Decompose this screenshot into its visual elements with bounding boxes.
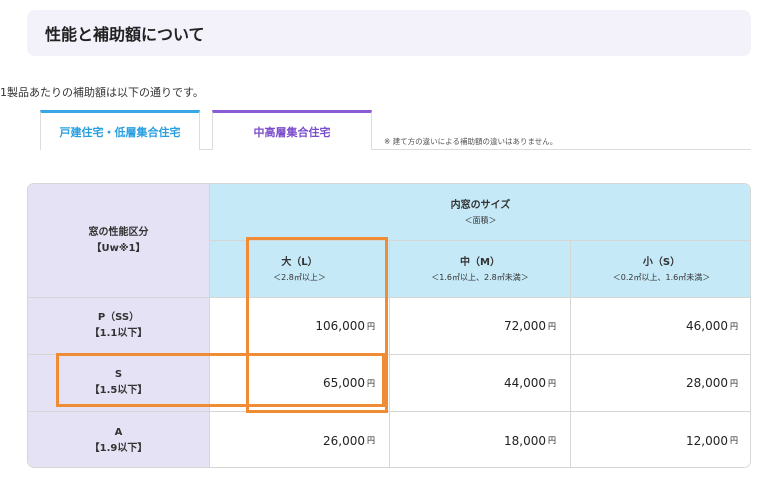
amount: 106,000	[315, 319, 365, 333]
col-group-sub: ＜面積＞	[464, 215, 497, 225]
row-grade: A	[114, 426, 123, 438]
tab-detached-house[interactable]: 戸建住宅・低層集合住宅	[40, 110, 200, 150]
amount: 18,000	[504, 433, 546, 448]
col-header-label: 小（S）	[642, 256, 681, 268]
currency-unit: 円	[367, 378, 375, 388]
section-title: 性能と補助額について	[27, 10, 751, 56]
col-header-label: 大（L）	[281, 256, 318, 268]
building-type-tabs: 戸建住宅・低層集合住宅 中高層集合住宅 ※ 建て方の違いによる補助額の違いはあり…	[40, 110, 751, 150]
row-uw: 【1.1以下】	[89, 328, 148, 339]
value-cell: 46,000 円	[571, 298, 750, 355]
currency-unit: 円	[367, 321, 375, 331]
value-cell: 65,000 円	[210, 355, 390, 412]
subsidy-table: 窓の性能区分 【Uw※1】 内窓のサイズ ＜面積＞ 大（L） ＜2.8㎡以上＞ …	[27, 183, 751, 468]
currency-unit: 円	[730, 436, 738, 445]
col-group-title: 内窓のサイズ	[450, 199, 511, 211]
row-header-p: P（SS） 【1.1以下】	[28, 298, 210, 355]
currency-unit: 円	[548, 321, 556, 331]
amount: 65,000	[323, 376, 365, 390]
col-header-medium: 中（M） ＜1.6㎡以上、2.8㎡未満＞	[390, 241, 571, 298]
col-header-label: 中（M）	[460, 256, 500, 268]
col-header-sub: ＜1.6㎡以上、2.8㎡未満＞	[431, 272, 529, 282]
tab-note: ※ 建て方の違いによる補助額の違いはありません。	[384, 137, 558, 146]
currency-unit: 円	[730, 321, 738, 331]
amount: 46,000	[686, 319, 728, 333]
value-cell: 28,000 円	[571, 355, 750, 412]
col-header-small: 小（S） ＜0.2㎡以上、1.6㎡未満＞	[571, 241, 750, 298]
row-grade: P（SS）	[97, 312, 140, 323]
amount: 28,000	[686, 376, 728, 390]
row-header-title: 窓の性能区分	[88, 226, 149, 238]
value-cell: 26,000 円	[210, 412, 390, 467]
col-group-title-cell: 内窓のサイズ ＜面積＞	[210, 184, 750, 241]
value-cell: 44,000 円	[390, 355, 571, 412]
currency-unit: 円	[367, 436, 375, 445]
amount: 26,000	[323, 433, 365, 448]
col-header-sub: ＜2.8㎡以上＞	[273, 272, 326, 282]
row-header-sub: 【Uw※1】	[91, 242, 146, 254]
intro-text: 1製品あたりの補助額は以下の通りです。	[0, 86, 204, 99]
value-cell: 18,000 円	[390, 412, 571, 467]
currency-unit: 円	[730, 378, 738, 388]
row-uw: 【1.5以下】	[89, 385, 148, 396]
row-grade: S	[114, 369, 123, 380]
row-header-s: S 【1.5以下】	[28, 355, 210, 412]
value-cell: 72,000 円	[390, 298, 571, 355]
amount: 12,000	[686, 433, 728, 448]
currency-unit: 円	[548, 436, 556, 445]
value-cell: 12,000 円	[571, 412, 750, 467]
row-header-title-cell: 窓の性能区分 【Uw※1】	[28, 184, 210, 298]
row-header-a: A 【1.9以下】	[28, 412, 210, 467]
col-header-sub: ＜0.2㎡以上、1.6㎡未満＞	[612, 272, 711, 282]
row-uw: 【1.9以下】	[89, 442, 148, 454]
tab-mid-rise-apartment[interactable]: 中高層集合住宅	[212, 110, 372, 150]
currency-unit: 円	[548, 378, 556, 388]
amount: 44,000	[504, 376, 546, 390]
value-cell: 106,000 円	[210, 298, 390, 355]
amount: 72,000	[504, 319, 546, 333]
col-header-large: 大（L） ＜2.8㎡以上＞	[210, 241, 390, 298]
